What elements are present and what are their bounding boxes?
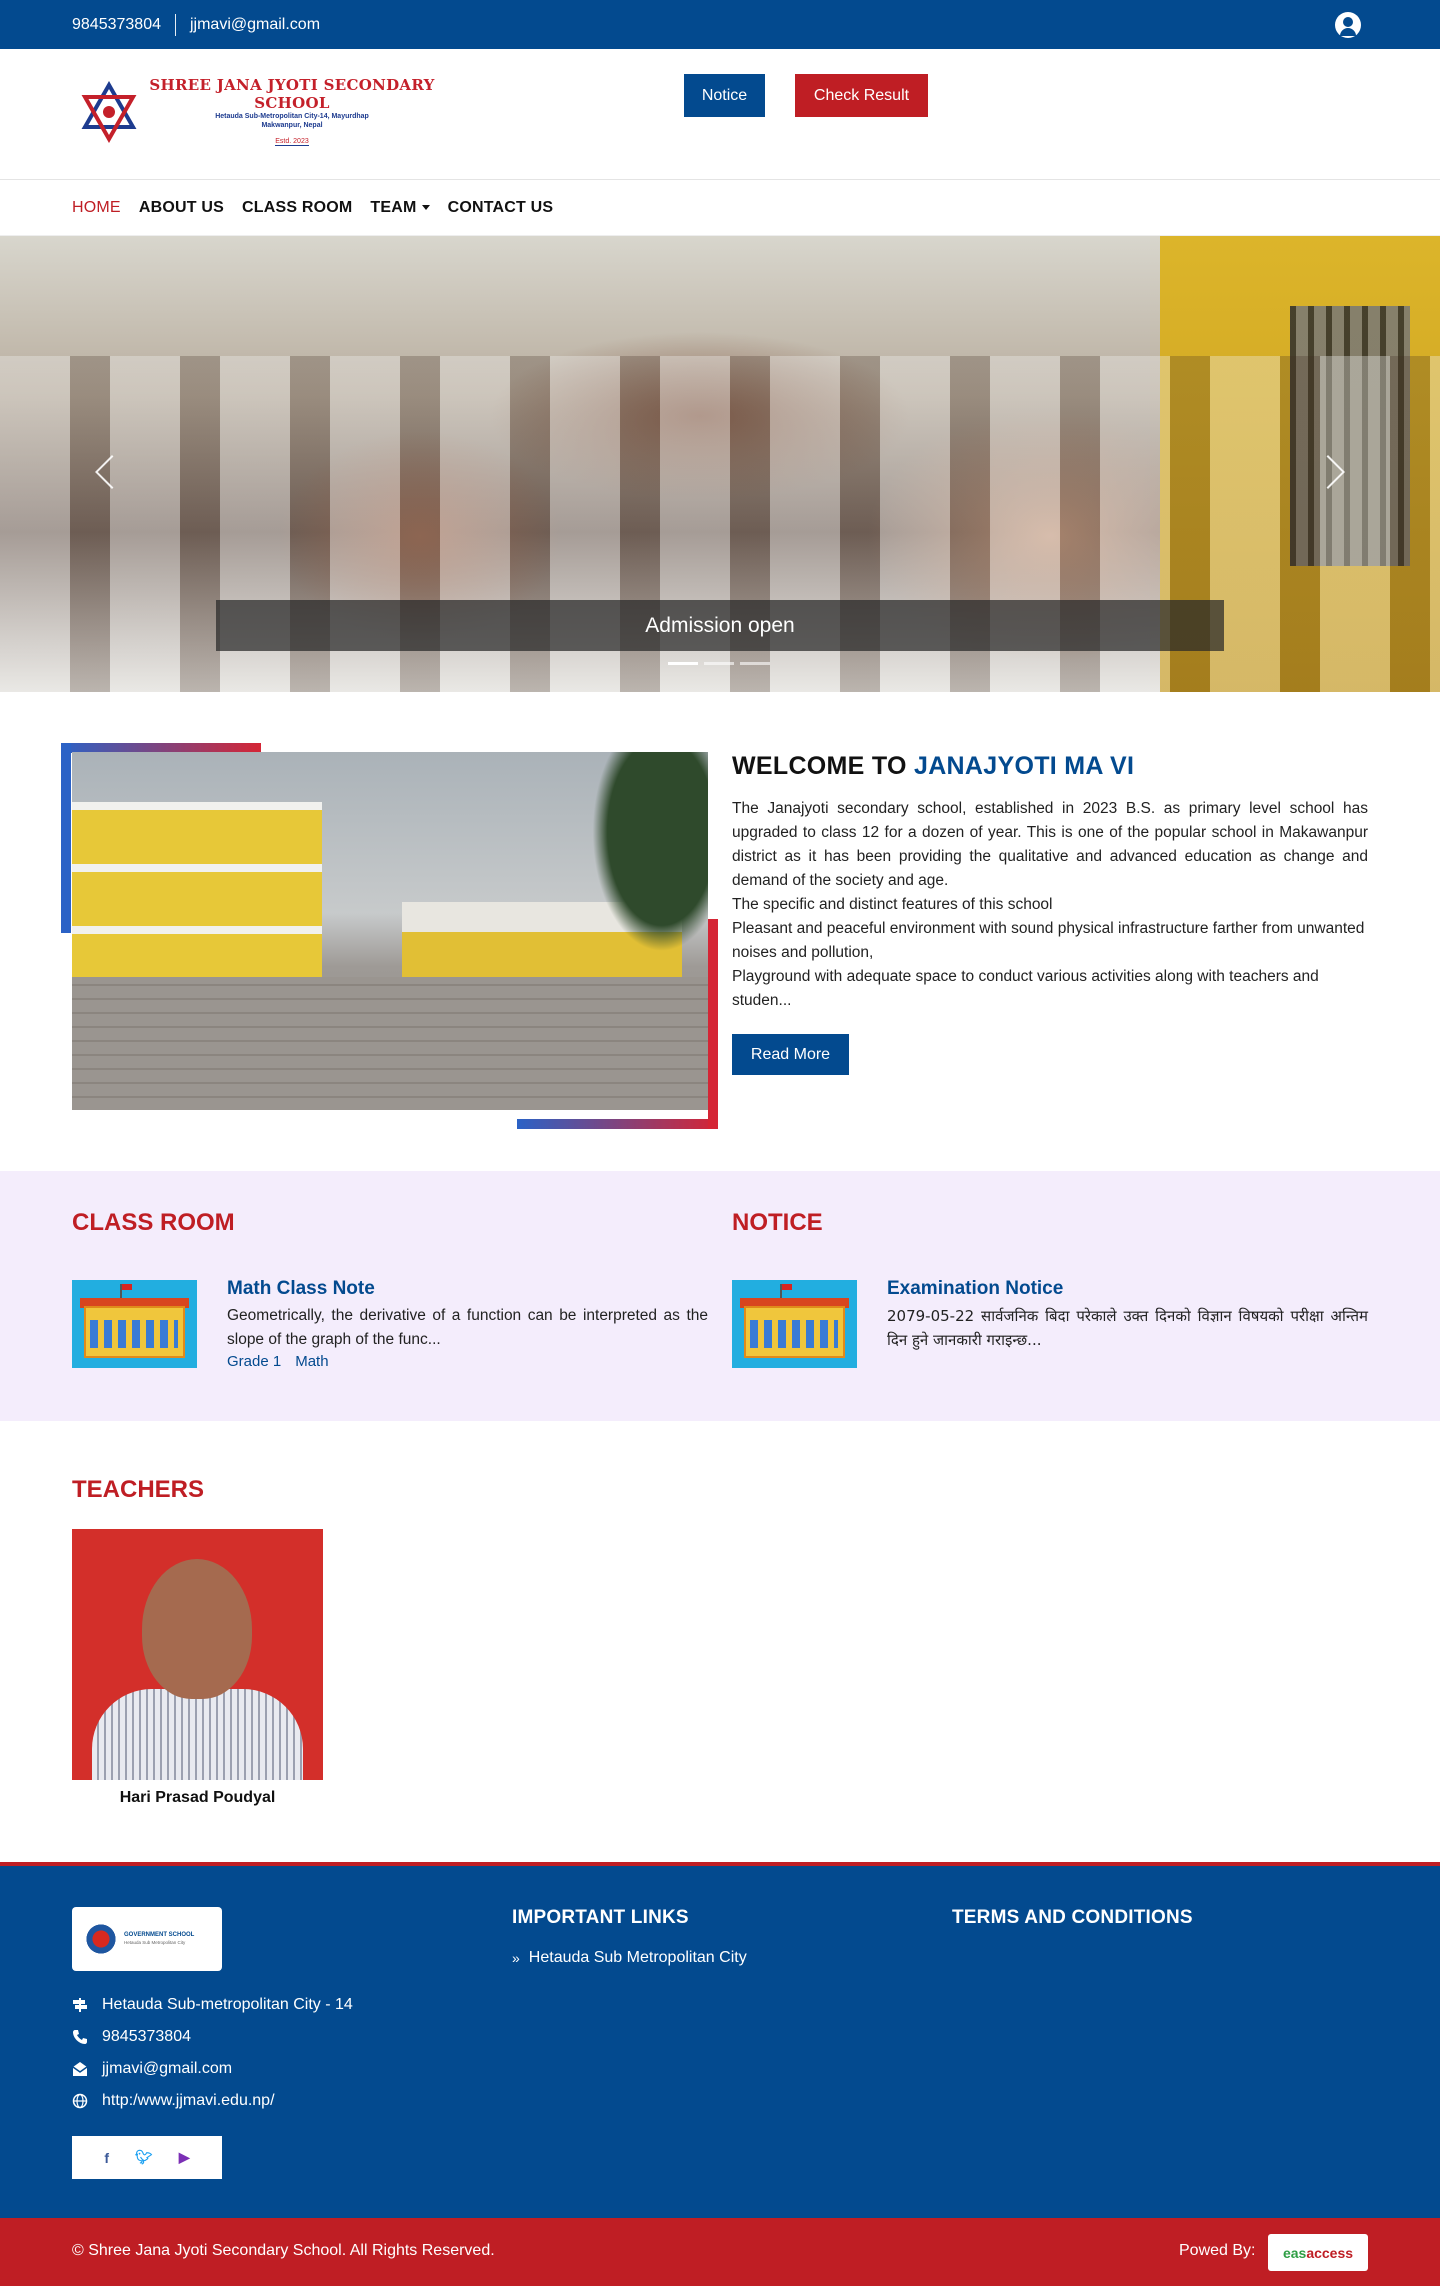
footer-email-row: jjmavi@gmail.com: [72, 2053, 353, 2085]
welcome-section: WELCOME TO JANAJYOTI MA VI The Janajyoti…: [0, 692, 1440, 1171]
footer-website-row: http:/www.jjmavi.edu.np/: [72, 2085, 353, 2117]
notice-thumbnail[interactable]: [732, 1280, 857, 1368]
footer-phone[interactable]: 9845373804: [102, 2028, 191, 2046]
footer-logo-title: GOVERNMENT SCHOOL: [124, 1932, 195, 1938]
easy-access-logo-part2: access: [1306, 2244, 1354, 2261]
caret-down-icon: [421, 204, 430, 210]
classroom-notice-section: CLASS ROOM Math Class Note Geometrically…: [0, 1171, 1440, 1421]
page: 9845373804 jjmavi@gmail.com SHREE JANA J…: [0, 0, 1440, 2286]
star-emblem-icon: [78, 80, 140, 144]
welcome-title-prefix: WELCOME TO: [732, 752, 914, 780]
school-building-image: [72, 752, 708, 1110]
top-bar: 9845373804 jjmavi@gmail.com: [0, 0, 1440, 49]
footer-website[interactable]: http:/www.jjmavi.edu.np/: [102, 2092, 275, 2110]
image-ground: [72, 977, 708, 1110]
footer-contact: Hetauda Sub-metropolitan City - 14 98453…: [72, 1989, 353, 2117]
classroom-item-text: Geometrically, the derivative of a funct…: [227, 1307, 708, 1348]
frame-accent-left: [61, 743, 71, 933]
footer-address: Hetauda Sub-metropolitan City - 14: [102, 1996, 353, 2013]
notice-item-text: 2079-05-22 सार्वजनिक बिदा परेकाले उक्त द…: [887, 1307, 1368, 1349]
classroom-item-title[interactable]: Math Class Note: [227, 1278, 375, 1300]
teacher-photo[interactable]: [72, 1529, 323, 1780]
twitter-icon[interactable]: 🐦︎: [135, 2149, 153, 2166]
frame-accent-right: [708, 919, 718, 1129]
footer-link-row: » Hetauda Sub Metropolitan City: [512, 1949, 747, 1967]
notice-heading: NOTICE: [732, 1209, 823, 1236]
thumb-windows: [750, 1320, 838, 1348]
carousel-indicators: [668, 662, 770, 665]
footer: GOVERNMENT SCHOOL Hetauda Sub Metropolit…: [0, 1862, 1440, 2218]
main-nav: HOME ABOUT US CLASS ROOM TEAM CONTACT US: [0, 180, 1440, 236]
easy-access-logo[interactable]: eas access: [1268, 2234, 1368, 2271]
welcome-title-school: JANAJYOTI MA VI: [914, 752, 1135, 780]
logo-address-1: Hetauda Sub-Metropolitan City-14, Mayurd…: [215, 113, 369, 120]
top-email[interactable]: jjmavi@gmail.com: [190, 16, 320, 34]
notice-item-title[interactable]: Examination Notice: [887, 1278, 1063, 1300]
footer-logo-sub: Hetauda Sub Metropolitan City: [124, 1940, 186, 1945]
welcome-para-1: The Janajyoti secondary school, establis…: [732, 800, 1368, 889]
image-building-main: [72, 802, 322, 992]
copyright-text: © Shree Jana Jyoti Secondary School. All…: [72, 2242, 495, 2259]
teachers-section: TEACHERS Hari Prasad Poudyal: [0, 1421, 1440, 1862]
copyright-bar: © Shree Jana Jyoti Secondary School. All…: [0, 2218, 1440, 2286]
classroom-tags: Grade 1 Math: [227, 1353, 343, 1370]
carousel-dot-3[interactable]: [740, 662, 770, 665]
nav-team[interactable]: TEAM: [370, 198, 430, 217]
classroom-thumbnail[interactable]: [72, 1280, 197, 1368]
read-more-button[interactable]: Read More: [732, 1034, 849, 1075]
important-links-heading: IMPORTANT LINKS: [512, 1907, 689, 1928]
map-sign-icon: [72, 1997, 88, 2013]
nav-home[interactable]: HOME: [72, 199, 121, 217]
hero-carousel: Admission open: [0, 236, 1440, 692]
nav-team-label: TEAM: [370, 198, 417, 216]
teachers-heading: TEACHERS: [72, 1476, 205, 1503]
image-trees: [592, 752, 708, 952]
notice-button[interactable]: Notice: [684, 74, 765, 117]
top-divider: [174, 13, 176, 36]
nepal-emblem-icon: [84, 1922, 118, 1956]
nav-about-us[interactable]: ABOUT US: [139, 199, 224, 217]
check-result-button[interactable]: Check Result: [795, 74, 928, 117]
teacher-name: Hari Prasad Poudyal: [119, 1789, 276, 1806]
classroom-heading: CLASS ROOM: [72, 1209, 235, 1236]
facebook-icon[interactable]: f: [104, 2150, 109, 2166]
tag-grade[interactable]: Grade 1: [227, 1353, 281, 1370]
frame-accent-bottom: [517, 1119, 718, 1129]
footer-link-hetauda[interactable]: Hetauda Sub Metropolitan City: [529, 1949, 747, 1967]
double-chevron-icon: »: [512, 1950, 520, 1966]
school-logo[interactable]: SHREE JANA JYOTI SECONDARY SCHOOL Hetaud…: [78, 76, 442, 146]
hero-caption: Admission open: [216, 600, 1224, 651]
photo-shirt: [92, 1689, 303, 1780]
envelope-icon: [72, 2061, 88, 2077]
top-phone[interactable]: 9845373804: [72, 16, 161, 34]
header: SHREE JANA JYOTI SECONDARY SCHOOL Hetaud…: [0, 49, 1440, 180]
phone-icon: [72, 2029, 88, 2045]
thumb-windows: [90, 1320, 178, 1348]
terms-heading[interactable]: TERMS AND CONDITIONS: [952, 1907, 1193, 1929]
carousel-dot-1[interactable]: [668, 662, 698, 665]
welcome-text: The Janajyoti secondary school, establis…: [732, 797, 1368, 1013]
footer-logo[interactable]: GOVERNMENT SCHOOL Hetauda Sub Metropolit…: [72, 1907, 222, 1971]
logo-address-2: Makwanpur, Nepal: [261, 122, 323, 129]
welcome-title: WELCOME TO JANAJYOTI MA VI: [732, 752, 1134, 781]
welcome-para-3: Pleasant and peaceful environment with s…: [732, 920, 1365, 961]
logo-established: Estd. 2023: [275, 138, 309, 146]
nav-class-room[interactable]: CLASS ROOM: [242, 199, 352, 217]
carousel-dot-2[interactable]: [704, 662, 734, 665]
social-links: f 🐦︎ ▶: [72, 2136, 222, 2179]
footer-address-row: Hetauda Sub-metropolitan City - 14: [72, 1989, 353, 2021]
welcome-para-4: Playground with adequate space to conduc…: [732, 968, 1319, 1009]
easy-access-logo-part1: eas: [1282, 2244, 1307, 2261]
footer-email[interactable]: jjmavi@gmail.com: [102, 2060, 232, 2078]
welcome-para-2: The specific and distinct features of th…: [732, 896, 1053, 913]
user-icon[interactable]: [1335, 11, 1361, 38]
powered-by-label: Powed By:: [1179, 2242, 1256, 2259]
footer-phone-row: 9845373804: [72, 2021, 353, 2053]
youtube-icon[interactable]: ▶: [179, 2149, 190, 2166]
nav-contact-us[interactable]: CONTACT US: [448, 199, 554, 217]
globe-icon: [72, 2093, 88, 2109]
tag-subject[interactable]: Math: [295, 1353, 328, 1370]
photo-head: [142, 1559, 252, 1699]
logo-title: SHREE JANA JYOTI SECONDARY SCHOOL: [149, 76, 435, 112]
